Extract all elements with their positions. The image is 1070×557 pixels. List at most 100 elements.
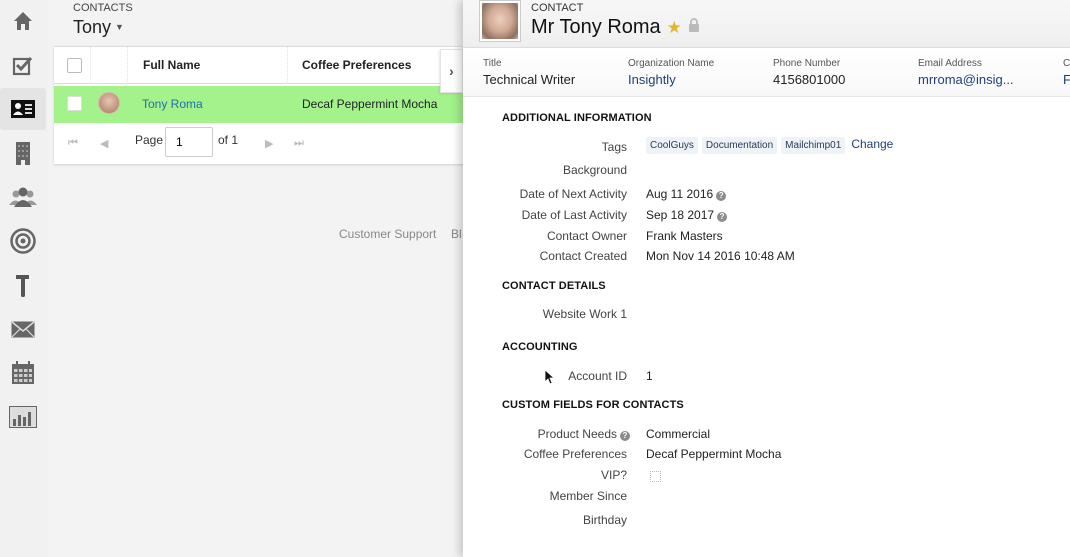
star-icon[interactable]: ★ (667, 18, 682, 37)
nav-organizations[interactable] (0, 132, 46, 174)
detail-header: CONTACT Mr Tony Roma ★ (463, 0, 1070, 48)
column-header-full-name[interactable]: Full Name (128, 47, 288, 84)
summary-organization: Organization Name Insightly (628, 58, 714, 87)
last-page-icon[interactable]: ⏭ (294, 137, 304, 150)
nav-leads[interactable] (0, 176, 46, 218)
row-checkbox[interactable] (67, 96, 82, 111)
lock-icon[interactable] (688, 15, 700, 38)
contacts-grid: Full Name Coffee Preferences Tony Roma D… (54, 46, 464, 164)
summary-title: Title Technical Writer (483, 58, 575, 87)
email-link[interactable]: mrroma@insig... (918, 72, 1014, 87)
background-label: Background (562, 163, 627, 177)
nav-emails[interactable] (0, 308, 46, 350)
blog-link[interactable]: Bl (451, 227, 462, 241)
main-nav (0, 0, 48, 557)
change-tags-link[interactable]: Change (851, 137, 893, 151)
nav-calendar[interactable] (0, 352, 46, 394)
summary-label: Email Address (918, 58, 982, 69)
tags-list: CoolGuys Documentation Mailchimp01 Change (646, 137, 893, 154)
help-icon[interactable]: ? (716, 191, 727, 201)
section-accounting: ACCOUNTING (502, 341, 578, 353)
list-header: CONTACTS Tony ▼ (54, 0, 464, 46)
section-additional-information: ADDITIONAL INFORMATION (502, 112, 652, 124)
account-id-value: 1 (646, 369, 653, 383)
section-custom-fields: CUSTOM FIELDS FOR CONTACTS (502, 399, 684, 411)
calendar-icon (12, 361, 34, 384)
pagination: ⏮ ◀ Page of 1 ▶ ⏭ (54, 124, 464, 164)
nav-projects[interactable] (0, 264, 46, 306)
nav-opportunities[interactable] (0, 220, 46, 262)
last-activity-value: Sep 18 2017? (646, 208, 728, 222)
prev-page-icon[interactable]: ◀ (100, 137, 108, 150)
nav-tasks[interactable] (0, 44, 46, 86)
contact-owner-label: Contact Owner (546, 229, 627, 243)
envelope-icon (11, 320, 35, 337)
website-work-label: Website Work 1 (542, 307, 627, 321)
tag[interactable]: Mailchimp01 (781, 137, 846, 154)
first-page-icon[interactable]: ⏮ (68, 137, 78, 150)
caret-down-icon: ▼ (115, 22, 124, 32)
bar-chart-icon (9, 406, 37, 428)
tag[interactable]: CoolGuys (646, 137, 698, 154)
summary-value: 4156801000 (773, 72, 846, 87)
nav-reports[interactable] (0, 396, 46, 438)
vip-checkbox[interactable] (650, 471, 661, 482)
list-kicker: CONTACTS (73, 2, 133, 14)
mouse-cursor-icon (544, 369, 556, 390)
select-all-cell (54, 47, 91, 84)
help-icon[interactable]: ? (717, 212, 728, 222)
summary-label: C (1063, 58, 1070, 69)
expand-panel-button[interactable]: › (440, 49, 463, 93)
contact-photo[interactable] (479, 0, 521, 42)
summary-phone: Phone Number 4156801000 (773, 58, 845, 87)
select-all-checkbox[interactable] (67, 58, 82, 73)
coffee-preferences-value: Decaf Peppermint Mocha (646, 447, 782, 461)
summary-value: Technical Writer (483, 72, 576, 87)
people-icon (9, 187, 37, 207)
table-row[interactable]: Tony Roma Decaf Peppermint Mocha (54, 86, 464, 123)
customer-support-link[interactable]: Customer Support (339, 227, 436, 241)
contact-created-value: Mon Nov 14 2016 10:48 AM (646, 249, 795, 263)
contact-card-icon (11, 100, 35, 118)
hammer-icon (16, 275, 29, 297)
last-activity-date: Sep 18 2017 (646, 208, 715, 222)
contact-name-link[interactable]: Tony Roma (142, 97, 203, 111)
last-activity-label: Date of Last Activity (521, 208, 627, 222)
coffee-preferences-cell: Decaf Peppermint Mocha (302, 97, 438, 111)
chevron-right-icon: › (449, 63, 454, 79)
building-icon (16, 142, 30, 165)
member-since-label: Member Since (549, 489, 627, 503)
organization-link[interactable]: Insightly (628, 72, 714, 87)
contact-detail-panel: CONTACT Mr Tony Roma ★ Title Technical Wr… (463, 0, 1070, 557)
next-page-icon[interactable]: ▶ (265, 137, 273, 150)
detail-kicker: CONTACT (531, 2, 584, 14)
checkbox-icon (12, 56, 33, 76)
contact-created-label: Contact Created (539, 249, 627, 263)
birthday-label: Birthday (582, 513, 627, 527)
nav-contacts[interactable] (0, 88, 46, 130)
tag[interactable]: Documentation (701, 137, 778, 154)
next-activity-label: Date of Next Activity (519, 187, 627, 201)
page-number-input[interactable] (165, 127, 213, 157)
next-activity-value: Aug 11 2016? (646, 187, 727, 201)
section-contact-details: CONTACT DETAILS (502, 280, 606, 292)
page-count-label: of 1 (218, 133, 239, 147)
next-activity-date: Aug 11 2016 (646, 187, 714, 201)
target-icon (10, 228, 36, 254)
summary-clipped-link[interactable]: F (1063, 72, 1070, 87)
product-needs-label-text: Product Needs (537, 427, 617, 441)
help-icon[interactable]: ? (620, 431, 630, 441)
page-label: Page (135, 133, 164, 147)
view-selector[interactable]: Tony ▼ (73, 17, 124, 38)
tags-label: Tags (601, 140, 627, 154)
avatar-column-header (91, 47, 128, 84)
contact-avatar (98, 92, 120, 114)
contact-title: Mr Tony Roma ★ (531, 15, 700, 39)
product-needs-value: Commercial (646, 427, 711, 441)
summary-label: Organization Name (628, 58, 715, 69)
account-id-label: Account ID (568, 369, 627, 383)
column-header-coffee-preferences[interactable]: Coffee Preferences (288, 47, 464, 84)
nav-home[interactable] (0, 0, 46, 42)
summary-clipped: C F (1063, 58, 1070, 87)
summary-email: Email Address mrroma@insig... (918, 58, 1014, 87)
